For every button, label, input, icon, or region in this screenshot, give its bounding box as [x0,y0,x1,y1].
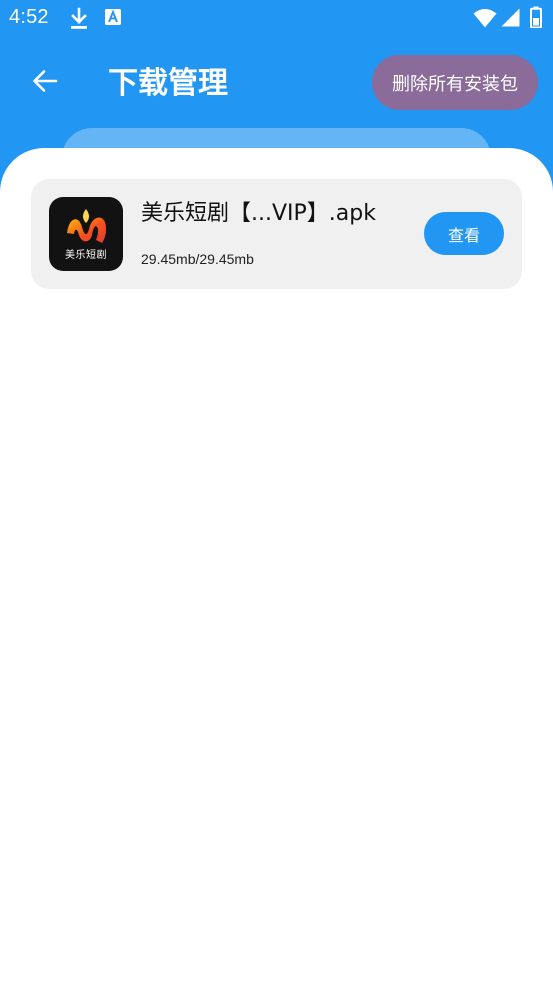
download-icon [69,7,89,35]
a-square-icon [104,7,122,33]
wifi-icon [473,8,497,32]
app-icon-label: 美乐短剧 [65,250,107,261]
toolbar: 下载管理 删除所有安装包 [0,38,553,128]
file-size: 29.45mb/29.45mb [141,251,254,267]
status-bar: 4:52 [0,0,553,38]
delete-all-packages-button[interactable]: 删除所有安装包 [372,55,538,110]
page-title: 下载管理 [108,66,228,101]
arrow-left-icon [31,69,59,97]
battery-icon [530,6,542,32]
file-name: 美乐短剧【...VIP】.apk [141,201,376,226]
cell-signal-icon [501,8,520,31]
back-button[interactable] [22,60,68,106]
app-icon: 美乐短剧 [49,197,123,271]
status-time: 4:52 [9,6,49,28]
download-list-item: 美乐短剧 美乐短剧【...VIP】.apk 29.45mb/29.45mb 查看 [31,179,522,289]
content-sheet: 美乐短剧 美乐短剧【...VIP】.apk 29.45mb/29.45mb 查看 [0,148,553,984]
view-button[interactable]: 查看 [424,212,504,255]
